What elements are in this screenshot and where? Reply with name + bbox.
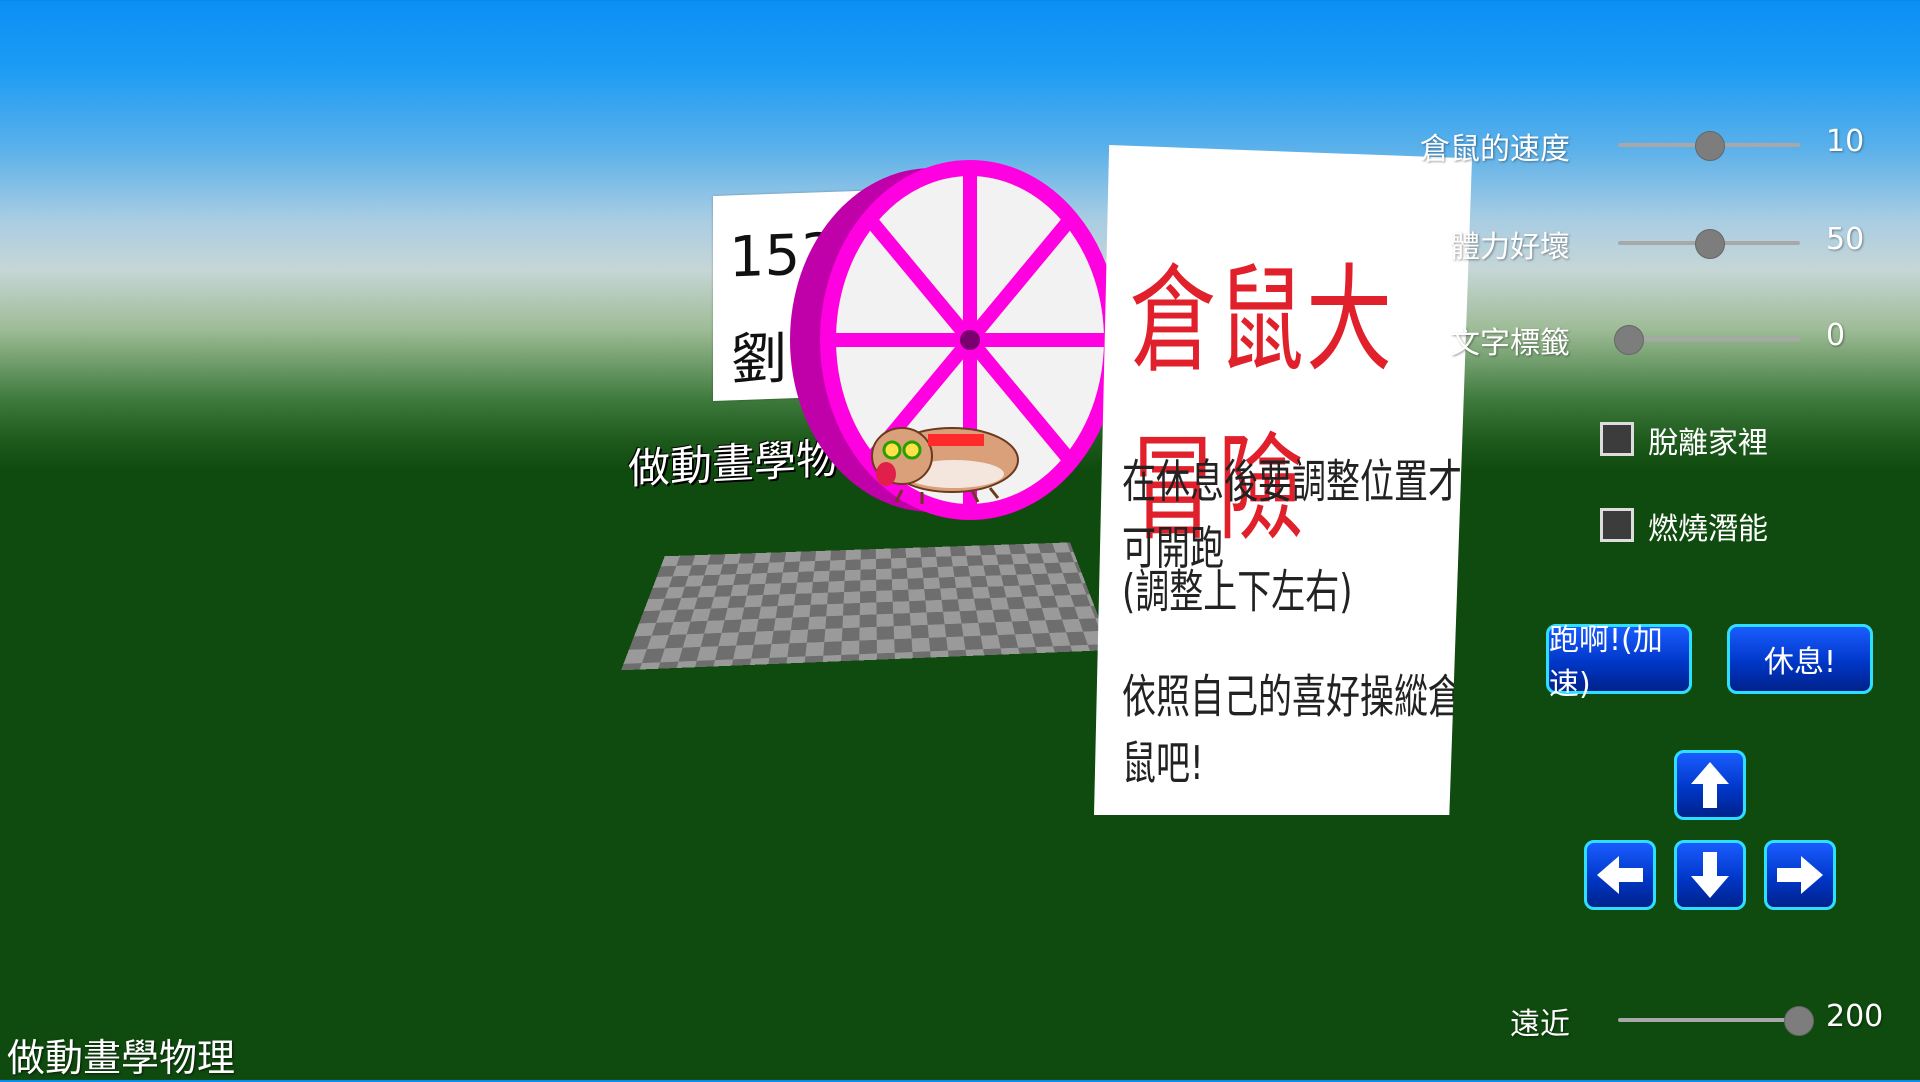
info-card-line2: 劉 [731,326,787,394]
distance-slider-thumb[interactable] [1784,1006,1814,1036]
arrow-down-icon [1691,852,1729,898]
text-tag-value: 0 [1826,318,1846,353]
sign-line-2: (調整上下左右) [1122,565,1353,620]
distance-slider[interactable] [1618,1006,1814,1036]
speed-slider[interactable] [1618,131,1800,161]
checkered-floor [621,542,1112,671]
left-button[interactable] [1584,840,1656,910]
escape-home-checkbox[interactable] [1600,422,1634,456]
text-tag-slider-row: 文字標籤 0 [1380,318,1900,361]
escape-home-label: 脫離家裡 [1648,426,1768,461]
distance-value: 200 [1826,999,1884,1034]
distance-label: 遠近 [1510,1007,1570,1042]
sign-line-3: 依照自己的喜好操縱倉鼠吧! [1122,670,1462,791]
stamina-value: 50 [1826,222,1865,257]
stamina-slider[interactable] [1618,229,1800,259]
footer-title: 做動畫學物理 [7,1036,236,1080]
escape-home-row: 脫離家裡 [1600,418,1900,461]
speed-slider-thumb[interactable] [1695,131,1725,161]
speed-label: 倉鼠的速度 [1420,132,1570,167]
stamina-slider-row: 體力好壞 50 [1380,222,1900,265]
arrow-left-icon [1597,856,1643,894]
arrow-up-icon [1691,762,1729,808]
rest-button[interactable]: 休息! [1727,624,1873,694]
text-tag-slider[interactable] [1614,325,1800,355]
right-button[interactable] [1764,840,1836,910]
down-button[interactable] [1674,840,1746,910]
hamster[interactable] [862,408,1022,508]
arrow-right-icon [1777,856,1823,894]
burn-potential-label: 燃燒潛能 [1648,512,1768,547]
stamina-label: 體力好壞 [1450,230,1570,265]
stamina-slider-thumb[interactable] [1695,229,1725,259]
burn-potential-row: 燃燒潛能 [1600,504,1900,547]
up-button[interactable] [1674,750,1746,820]
text-tag-slider-thumb[interactable] [1614,325,1644,355]
speed-slider-row: 倉鼠的速度 10 [1380,124,1900,167]
distance-slider-row: 遠近 200 [1380,999,1900,1042]
text-tag-label: 文字標籤 [1450,326,1570,361]
speed-value: 10 [1826,124,1865,159]
burn-potential-checkbox[interactable] [1600,508,1634,542]
run-button[interactable]: 跑啊!(加速) [1546,623,1692,702]
